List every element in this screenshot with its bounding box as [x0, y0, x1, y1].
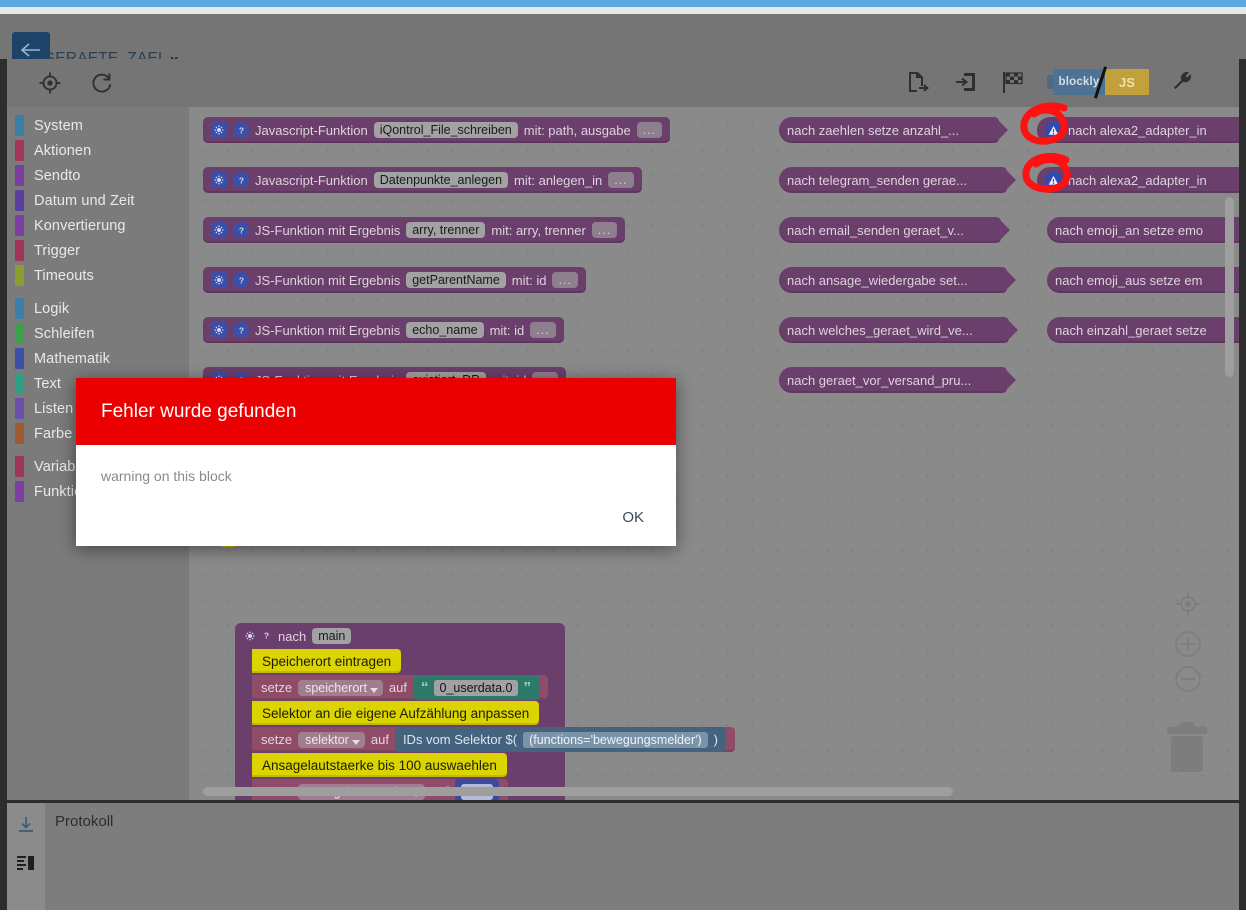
- dialog-ok-button[interactable]: OK: [616, 503, 650, 532]
- log-left-rail: [0, 800, 7, 910]
- application-window: GERAETE_ZAEL.. x: [0, 0, 1246, 918]
- log-panel: Protokoll: [7, 800, 1239, 910]
- page-bottom-edge: [0, 910, 1246, 918]
- dialog-header: Fehler wurde gefunden: [76, 378, 676, 445]
- dialog-title: Fehler wurde gefunden: [101, 400, 297, 422]
- log-panel-title: Protokoll: [55, 813, 114, 830]
- log-right-rail: [1239, 800, 1246, 910]
- error-dialog: Fehler wurde gefunden warning on this bl…: [76, 378, 676, 546]
- dialog-message: warning on this block: [101, 468, 232, 484]
- log-list-icon[interactable]: [14, 851, 38, 875]
- dialog-actions: OK: [616, 503, 650, 532]
- dialog-body: warning on this block: [76, 445, 676, 484]
- log-icon-rail: [7, 803, 45, 910]
- download-icon[interactable]: [14, 813, 38, 837]
